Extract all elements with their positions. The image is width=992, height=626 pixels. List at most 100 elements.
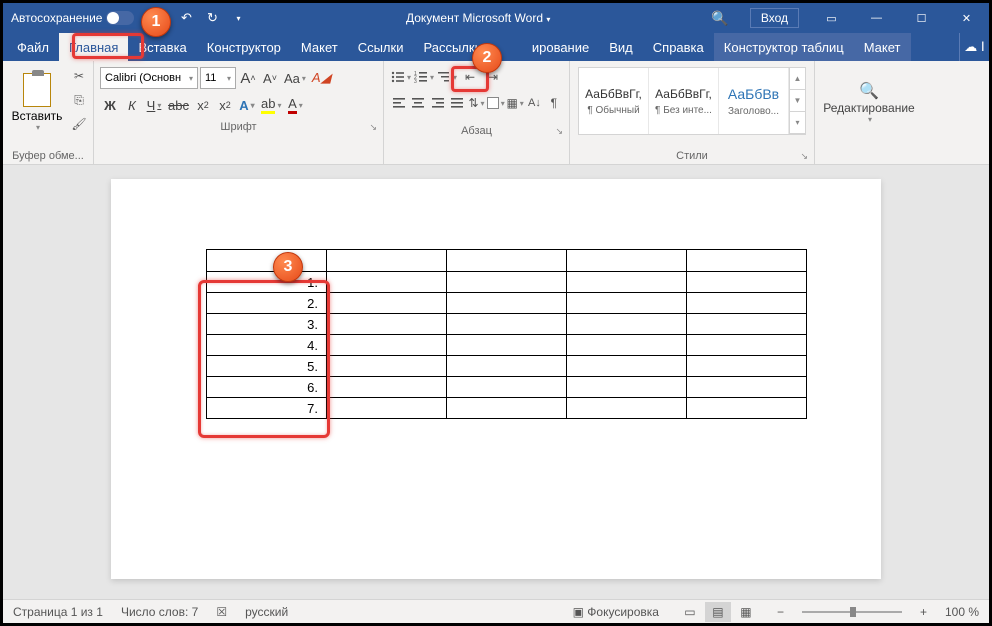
- format-painter-icon[interactable]: 🖌: [69, 115, 89, 133]
- italic-button[interactable]: К: [122, 95, 142, 115]
- group-editing: 🔍 Редактирование ▾: [815, 61, 923, 164]
- group-styles: АаБбВвГг, ¶ Обычный АаБбВвГг, ¶ Без инте…: [570, 61, 815, 164]
- borders-button[interactable]: ▦▾: [506, 93, 524, 113]
- font-color-button[interactable]: A▾: [285, 95, 305, 115]
- close-icon[interactable]: ✕: [944, 3, 989, 33]
- align-center-icon[interactable]: [409, 93, 427, 113]
- table-row: 4.: [207, 335, 807, 356]
- spellcheck-icon[interactable]: ☒: [216, 605, 227, 619]
- sort-icon[interactable]: A↓: [525, 93, 543, 113]
- ribbon: Вставить ▾ ✂ ⎘ 🖌 Буфер обме... Calibri (…: [3, 61, 989, 165]
- launcher-icon[interactable]: ↘: [555, 126, 563, 137]
- group-label-clipboard: Буфер обме...: [7, 148, 89, 164]
- tab-insert[interactable]: Вставка: [128, 33, 196, 61]
- underline-button[interactable]: Ч▾: [144, 95, 164, 115]
- zoom-out-icon[interactable]: −: [777, 605, 784, 619]
- redo-icon[interactable]: ↻: [200, 6, 224, 30]
- focus-mode[interactable]: ▣ Фокусировка: [573, 605, 659, 619]
- zoom-level[interactable]: 100 %: [945, 605, 979, 619]
- page: 1. 2. 3. 4. 5. 6. 7.: [111, 179, 881, 579]
- autosave-label: Автосохранение: [11, 11, 102, 25]
- callout-1: 1: [141, 7, 171, 37]
- shading-button[interactable]: ▾: [487, 93, 505, 113]
- superscript-button[interactable]: x2: [215, 95, 235, 115]
- ribbon-options-icon[interactable]: ▭: [809, 3, 854, 33]
- toggle-switch-icon: [106, 11, 134, 25]
- tab-design[interactable]: Конструктор: [197, 33, 291, 61]
- grow-font-icon[interactable]: A˄: [238, 68, 258, 88]
- paste-button[interactable]: Вставить ▾: [7, 63, 67, 141]
- share-button[interactable]: ☁ Ⅰ: [959, 33, 989, 61]
- login-button[interactable]: Вход: [750, 8, 799, 28]
- svg-text:3: 3: [414, 79, 417, 84]
- font-name-combo[interactable]: Calibri (Основн▾: [100, 67, 198, 89]
- line-spacing-icon[interactable]: ⇅▾: [467, 93, 485, 113]
- cut-icon[interactable]: ✂: [69, 67, 89, 85]
- qat-dropdown-icon[interactable]: ▾: [226, 6, 250, 30]
- font-size-combo[interactable]: 11▾: [200, 67, 236, 89]
- read-mode-icon[interactable]: ▭: [677, 602, 703, 622]
- tab-table-layout[interactable]: Макет: [854, 33, 911, 61]
- align-right-icon[interactable]: [429, 93, 447, 113]
- pilcrow-icon[interactable]: ¶: [545, 93, 563, 113]
- clipboard-icon: [23, 73, 51, 107]
- strike-button[interactable]: abc: [166, 95, 191, 115]
- gallery-down-icon[interactable]: ▼: [790, 90, 805, 112]
- bold-button[interactable]: Ж: [100, 95, 120, 115]
- editing-button[interactable]: 🔍 Редактирование ▾: [819, 63, 919, 141]
- change-case-button[interactable]: Aa▾: [282, 68, 308, 88]
- document-area[interactable]: 1. 2. 3. 4. 5. 6. 7.: [3, 165, 989, 599]
- shrink-font-icon[interactable]: A˅: [260, 68, 280, 88]
- autosave-toggle[interactable]: Автосохранение: [3, 11, 142, 25]
- style-nospacing[interactable]: АаБбВвГг, ¶ Без инте...: [649, 68, 719, 134]
- zoom-in-icon[interactable]: +: [920, 605, 927, 619]
- group-clipboard: Вставить ▾ ✂ ⎘ 🖌 Буфер обме...: [3, 61, 94, 164]
- launcher-icon[interactable]: ↘: [800, 151, 808, 162]
- chevron-down-icon: ▾: [36, 123, 40, 132]
- tab-file[interactable]: Файл: [7, 33, 59, 61]
- tab-review-partial[interactable]: ирование: [492, 33, 599, 61]
- tab-references[interactable]: Ссылки: [348, 33, 414, 61]
- gallery-more-icon[interactable]: ▾: [790, 112, 805, 134]
- group-font: Calibri (Основн▾ 11▾ A˄ A˅ Aa▾ A◢ Ж К Ч▾…: [94, 61, 384, 164]
- style-normal[interactable]: АаБбВвГг, ¶ Обычный: [579, 68, 649, 134]
- launcher-icon[interactable]: ↘: [369, 122, 377, 133]
- undo-icon[interactable]: ↶: [174, 6, 198, 30]
- callout-3: 3: [273, 252, 303, 282]
- tab-layout[interactable]: Макет: [291, 33, 348, 61]
- styles-gallery[interactable]: АаБбВвГг, ¶ Обычный АаБбВвГг, ¶ Без инте…: [578, 67, 806, 135]
- status-bar: Страница 1 из 1 Число слов: 7 ☒ русский …: [3, 599, 989, 623]
- align-left-icon[interactable]: [390, 93, 408, 113]
- clear-formatting-icon[interactable]: A◢: [310, 68, 333, 88]
- group-label-paragraph: Абзац↘: [388, 123, 565, 139]
- group-label-font: Шрифт↘: [98, 119, 379, 135]
- numbering-button[interactable]: 123▾: [413, 67, 435, 87]
- page-indicator[interactable]: Страница 1 из 1: [13, 605, 103, 619]
- bullets-button[interactable]: ▾: [390, 67, 412, 87]
- word-count[interactable]: Число слов: 7: [121, 605, 198, 619]
- highlight-button[interactable]: ab▾: [259, 95, 283, 115]
- group-label-styles: Стили↘: [574, 148, 810, 164]
- print-layout-icon[interactable]: ▤: [705, 602, 731, 622]
- language-indicator[interactable]: русский: [245, 605, 288, 619]
- text-effects-button[interactable]: A▾: [237, 95, 257, 115]
- justify-icon[interactable]: [448, 93, 466, 113]
- minimize-icon[interactable]: —: [854, 3, 899, 33]
- tab-help[interactable]: Справка: [643, 33, 714, 61]
- tab-table-design[interactable]: Конструктор таблиц: [714, 33, 854, 61]
- style-heading1[interactable]: АаБбВв Заголово...: [719, 68, 789, 134]
- maximize-icon[interactable]: ☐: [899, 3, 944, 33]
- callout-2: 2: [472, 43, 502, 73]
- web-layout-icon[interactable]: ▦: [733, 602, 759, 622]
- chevron-down-icon: ▾: [868, 115, 872, 124]
- copy-icon[interactable]: ⎘: [69, 91, 89, 109]
- tab-view[interactable]: Вид: [599, 33, 643, 61]
- multilevel-button[interactable]: ▾: [436, 67, 458, 87]
- tab-home[interactable]: Главная: [59, 33, 128, 61]
- gallery-up-icon[interactable]: ▲: [790, 68, 805, 90]
- zoom-slider[interactable]: [802, 611, 902, 613]
- subscript-button[interactable]: x2: [193, 95, 213, 115]
- table-row: 6.: [207, 377, 807, 398]
- table-row: 3.: [207, 314, 807, 335]
- search-icon[interactable]: 🔍: [700, 10, 740, 27]
